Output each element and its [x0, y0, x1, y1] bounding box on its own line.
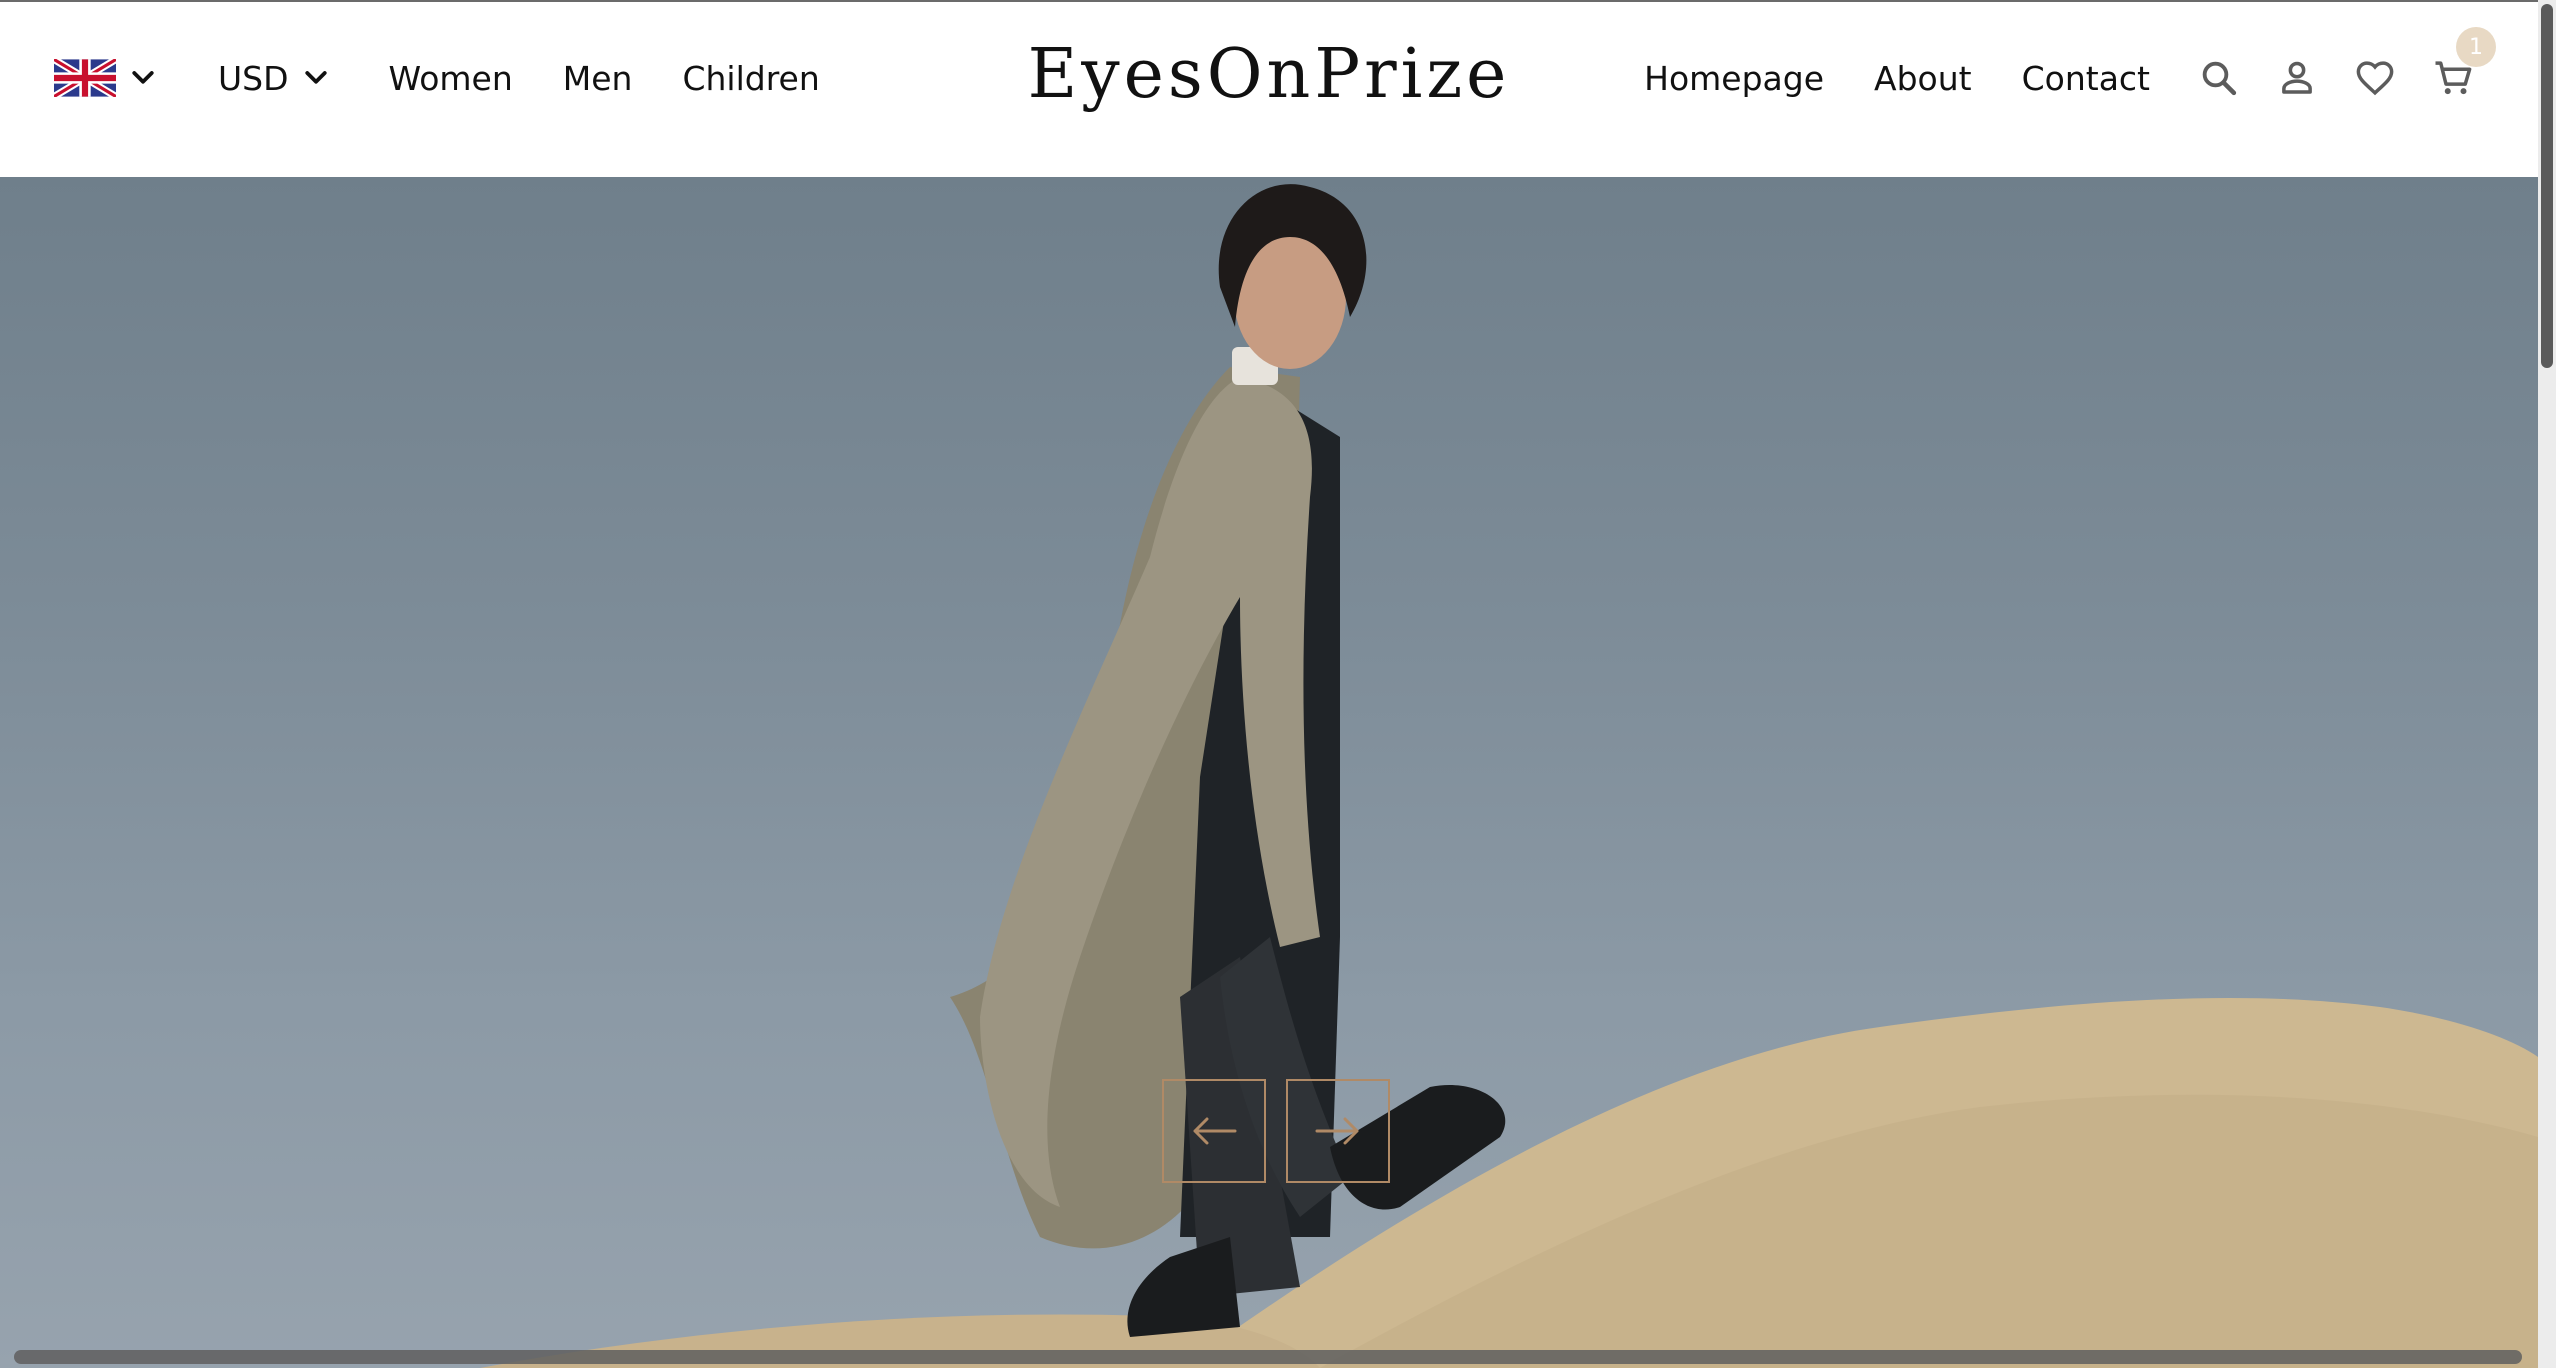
hero-banner	[0, 177, 2538, 1368]
person-icon	[2282, 61, 2312, 94]
left-nav: USD Women Men Children	[54, 42, 820, 114]
nav-link-women[interactable]: Women	[389, 59, 513, 98]
horizontal-scrollbar[interactable]	[14, 1350, 2522, 1364]
hero-image	[480, 184, 2538, 1368]
slider-prev-button[interactable]	[1162, 1079, 1266, 1183]
site-logo[interactable]: EyesOnPrize	[1028, 35, 1511, 114]
nav-link-contact[interactable]: Contact	[2022, 59, 2150, 98]
search-icon	[2202, 61, 2237, 96]
right-nav: Homepage About Contact 1	[1644, 27, 2538, 114]
slider-controls	[1162, 1079, 1390, 1183]
currency-selector[interactable]: USD	[218, 59, 331, 98]
wishlist-button[interactable]	[2352, 55, 2398, 101]
arrow-right-icon	[1315, 1117, 1359, 1145]
currency-label: USD	[218, 58, 289, 98]
cart-count-badge: 1	[2456, 27, 2496, 67]
nav-link-about[interactable]: About	[1874, 59, 1972, 98]
vertical-scrollbar-thumb[interactable]	[2541, 4, 2553, 368]
language-selector[interactable]	[54, 59, 158, 97]
nav-link-men[interactable]: Men	[563, 59, 633, 98]
nav-link-children[interactable]: Children	[682, 59, 819, 98]
chevron-down-icon	[132, 71, 154, 84]
nav-link-homepage[interactable]: Homepage	[1644, 59, 1824, 98]
header-icons: 1	[2196, 27, 2496, 101]
account-button[interactable]	[2274, 55, 2320, 101]
heart-icon	[2356, 61, 2394, 96]
cart-button[interactable]: 1	[2430, 27, 2496, 101]
search-button[interactable]	[2196, 55, 2242, 101]
site-header: USD Women Men Children EyesOnPrize Homep…	[0, 0, 2538, 177]
slider-next-button[interactable]	[1286, 1079, 1390, 1183]
chevron-down-icon	[304, 71, 327, 84]
arrow-left-icon	[1193, 1117, 1237, 1145]
uk-flag-icon	[54, 59, 116, 97]
